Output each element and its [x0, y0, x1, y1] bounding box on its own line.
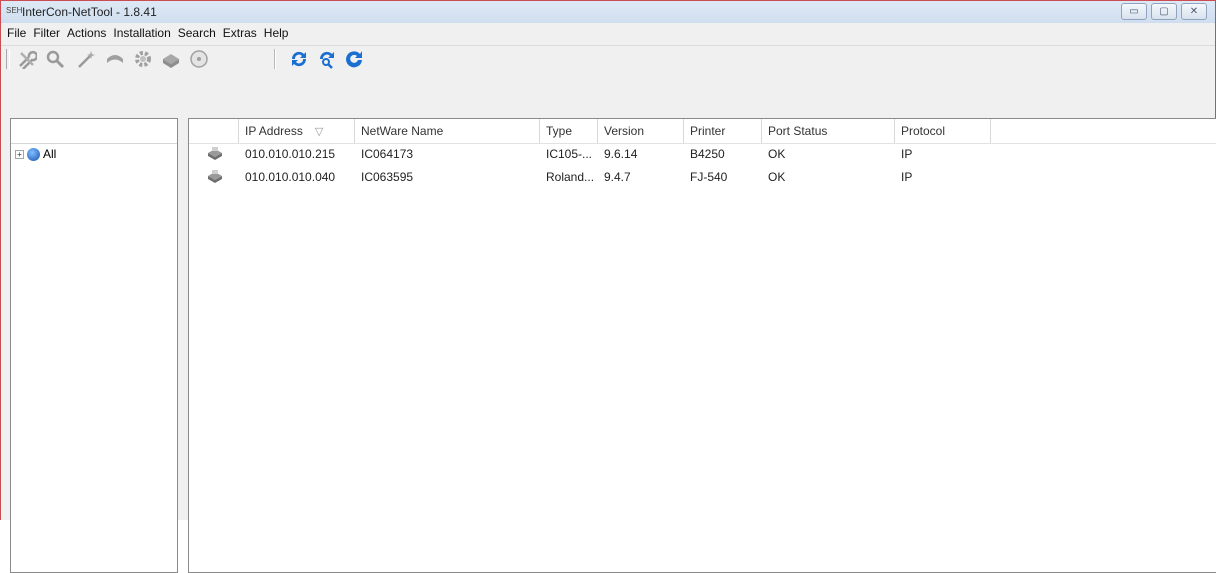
search-refresh-icon[interactable] [315, 48, 339, 70]
toolbar [1, 45, 1215, 72]
cell-type: IC105-... [546, 147, 593, 161]
wand-icon[interactable] [75, 48, 99, 70]
disc-icon[interactable] [187, 48, 211, 70]
cell-printer: FJ-540 [690, 170, 728, 184]
filter-tree-pane[interactable]: + All [10, 118, 178, 573]
maximize-button[interactable]: ▢ [1151, 3, 1177, 20]
table-row[interactable]: 010.010.010.215 IC064173 IC105-... 9.6.1… [189, 144, 1216, 164]
cell-netware-name: IC063595 [361, 170, 414, 184]
column-header-netware-name[interactable]: NetWare Name [355, 119, 540, 143]
close-button[interactable]: ✕ [1181, 3, 1207, 20]
tree-item-all[interactable]: + All [15, 147, 56, 161]
column-header-ip-address[interactable]: IP Address ▽ [239, 119, 355, 143]
menu-filter[interactable]: Filter [30, 23, 64, 44]
gear-icon[interactable] [131, 48, 155, 70]
cell-netware-name: IC064173 [361, 147, 414, 161]
cell-type: Roland... [546, 170, 595, 184]
refresh-icon[interactable] [287, 48, 311, 70]
menu-file[interactable]: File [4, 23, 30, 44]
column-headers: IP Address ▽ NetWare Name Type Version Pr… [189, 119, 1216, 144]
cell-protocol: IP [901, 170, 913, 184]
printer-icon[interactable] [159, 48, 183, 70]
maximize-icon: ▢ [1159, 6, 1169, 17]
toolbar-separator [274, 49, 276, 69]
menu-search[interactable]: Search [175, 23, 220, 44]
column-header-version[interactable]: Version [598, 119, 684, 143]
sort-arrow-icon: ▽ [314, 126, 324, 138]
menu-bar: File Filter Actions Installation Search … [1, 23, 1215, 44]
title-bar[interactable]: SEH InterCon-NetTool - 1.8.41 ▭ ▢ ✕ [1, 1, 1215, 23]
undo-icon[interactable] [103, 48, 127, 70]
printer-device-icon [208, 147, 222, 160]
column-header-icon[interactable] [189, 119, 239, 143]
minimize-button[interactable]: ▭ [1121, 3, 1147, 20]
table-row[interactable]: 010.010.010.040 IC063595 Roland... 9.4.7… [189, 167, 1216, 187]
column-header-type[interactable]: Type [540, 119, 598, 143]
window-controls: ▭ ▢ ✕ [1121, 3, 1207, 20]
cell-ip: 010.010.010.215 [245, 147, 336, 161]
globe-icon [27, 147, 40, 161]
expand-icon[interactable]: + [15, 149, 24, 159]
menu-extras[interactable]: Extras [220, 23, 261, 44]
minimize-icon: ▭ [1129, 6, 1139, 17]
column-header-printer[interactable]: Printer [684, 119, 762, 143]
menu-help[interactable]: Help [261, 23, 293, 44]
tree-header [11, 119, 177, 144]
seh-app-icon: SEH [6, 6, 23, 15]
cell-port-status: OK [768, 147, 786, 161]
reload-icon[interactable] [342, 48, 366, 70]
menu-actions[interactable]: Actions [64, 23, 110, 44]
printer-device-icon [208, 170, 222, 183]
column-header-port-status[interactable]: Port Status [762, 119, 895, 143]
cell-version: 9.4.7 [604, 170, 631, 184]
cell-port-status: OK [768, 170, 786, 184]
tree-item-label: All [43, 147, 57, 161]
column-header-protocol[interactable]: Protocol [895, 119, 991, 143]
column-label: IP Address [245, 124, 303, 138]
cell-protocol: IP [901, 147, 913, 161]
client-area: + All IP Address ▽ NetWare Name Type Vers… [10, 71, 1216, 573]
window-title: InterCon-NetTool - 1.8.41 [22, 5, 157, 19]
app-window: SEH InterCon-NetTool - 1.8.41 ▭ ▢ ✕ File… [0, 0, 1216, 573]
close-icon: ✕ [1189, 6, 1199, 17]
wrench-icon[interactable] [15, 48, 39, 70]
toolbar-grip[interactable] [6, 49, 10, 69]
cell-printer: B4250 [690, 147, 725, 161]
cell-version: 9.6.14 [604, 147, 638, 161]
cell-ip: 010.010.010.040 [245, 170, 336, 184]
device-list-pane[interactable]: IP Address ▽ NetWare Name Type Version Pr… [188, 118, 1216, 573]
magnifier-icon[interactable] [43, 48, 67, 70]
menu-installation[interactable]: Installation [110, 23, 174, 44]
